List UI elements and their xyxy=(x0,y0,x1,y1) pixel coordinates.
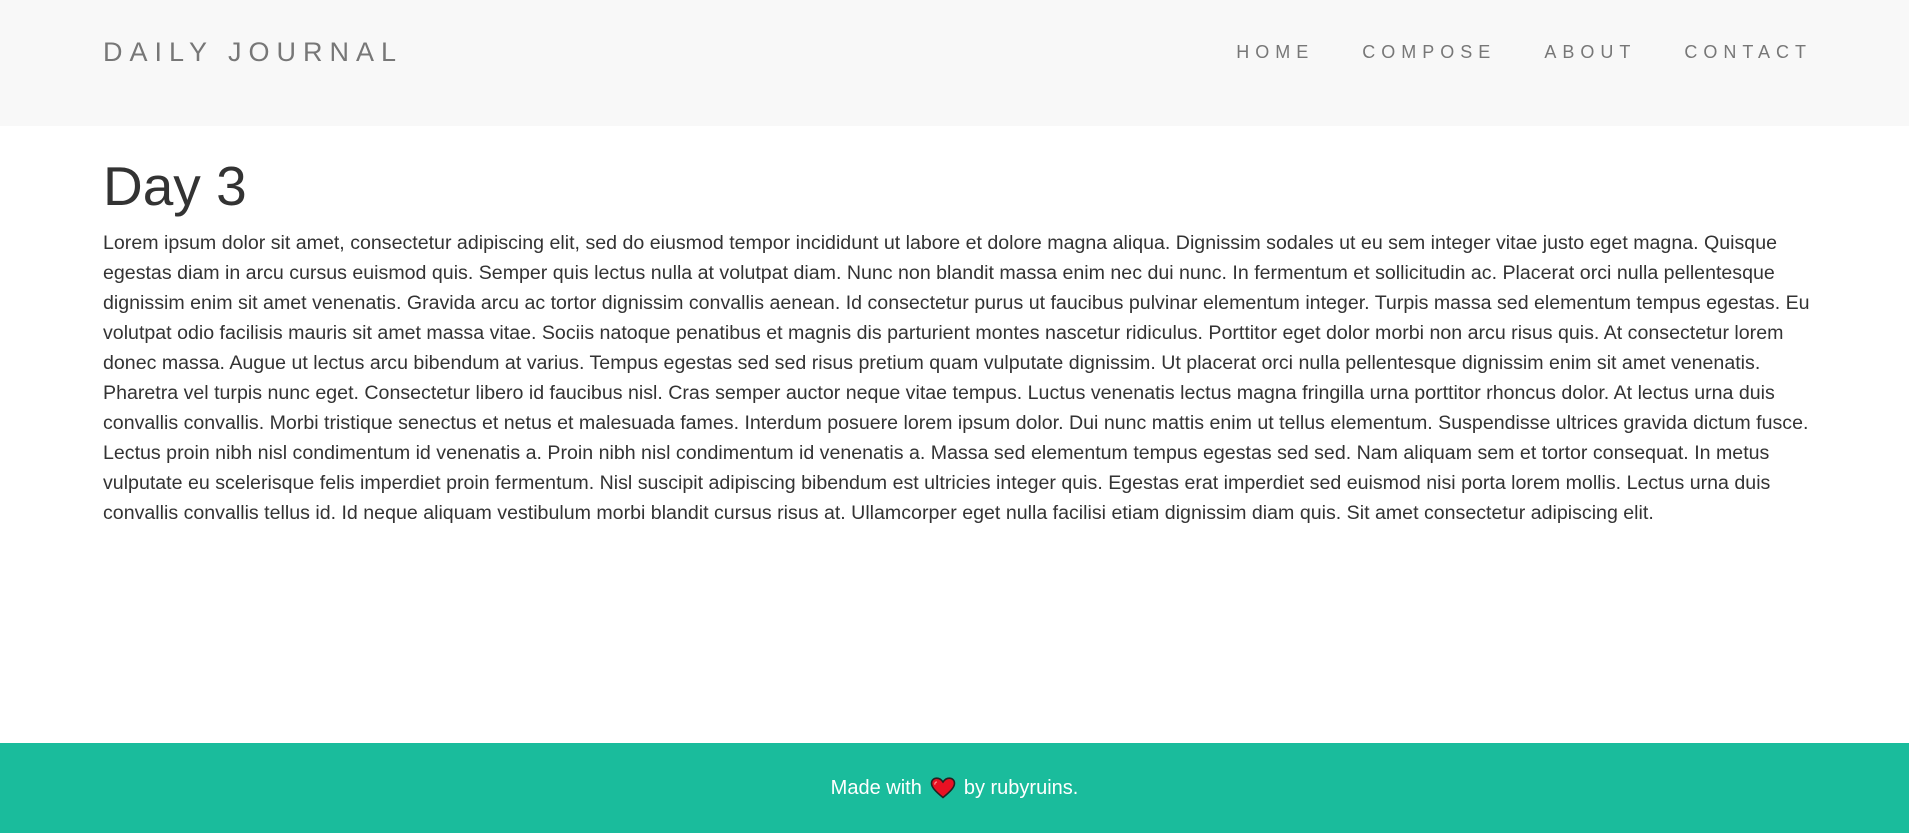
heart-icon xyxy=(930,777,956,799)
footer-suffix: by rubyruins. xyxy=(963,776,1079,799)
post-title: Day 3 xyxy=(103,155,247,217)
nav-item-compose: COMPOSE xyxy=(1362,40,1496,64)
footer-credit: Made with by rubyruins. xyxy=(830,776,1079,800)
post-body: Lorem ipsum dolor sit amet, consectetur … xyxy=(103,232,1810,524)
footer-prefix: Made with xyxy=(830,776,922,799)
nav-link-home[interactable]: HOME xyxy=(1236,42,1314,62)
brand-logo-link[interactable]: DAILY JOURNAL xyxy=(103,36,403,68)
nav-link-about[interactable]: ABOUT xyxy=(1544,42,1636,62)
nav-link-contact[interactable]: CONTACT xyxy=(1684,42,1812,62)
post-content: Day 3 Lorem ipsum dolor sit amet, consec… xyxy=(103,150,1813,528)
footer: Made with by rubyruins. xyxy=(0,743,1909,833)
nav-menu: HOME COMPOSE ABOUT CONTACT xyxy=(1236,40,1812,64)
nav-item-about: ABOUT xyxy=(1544,40,1636,64)
nav-item-home: HOME xyxy=(1236,40,1314,64)
nav-link-compose[interactable]: COMPOSE xyxy=(1362,42,1496,62)
nav-item-contact: CONTACT xyxy=(1684,40,1812,64)
navbar: DAILY JOURNAL HOME COMPOSE ABOUT CONTACT xyxy=(0,0,1909,126)
